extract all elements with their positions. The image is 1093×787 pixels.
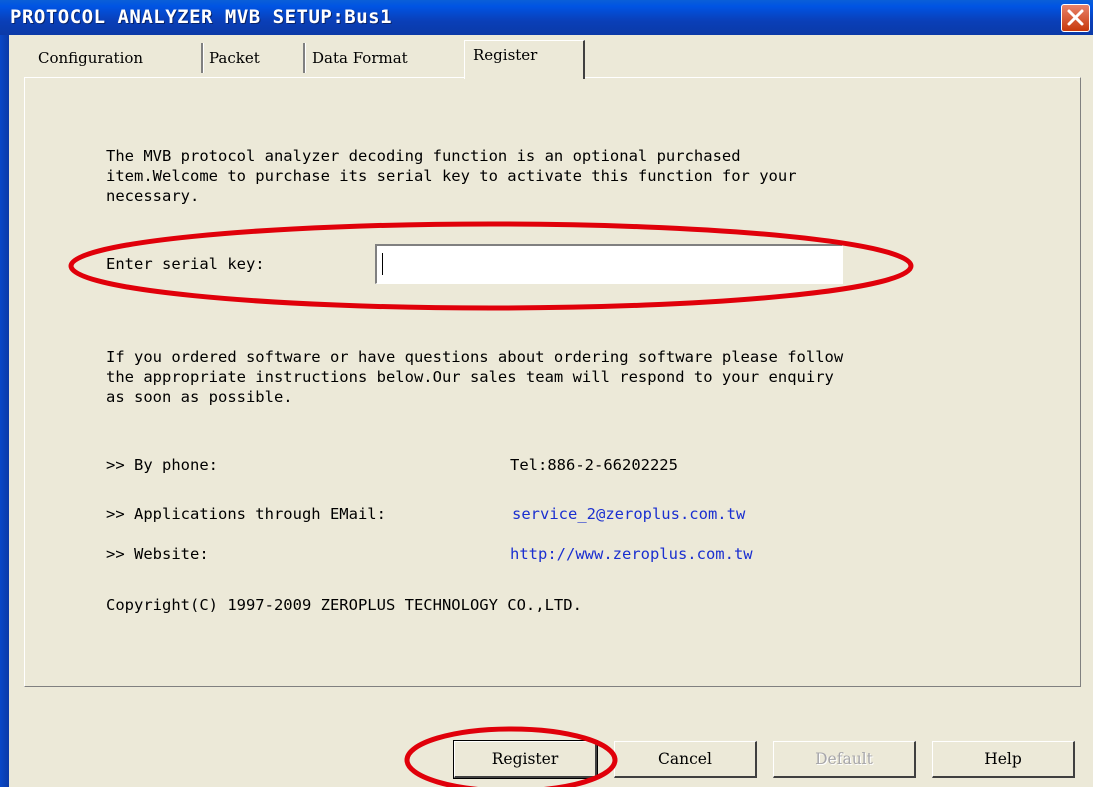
email-link[interactable]: service_2@zeroplus.com.tw [512, 505, 745, 523]
intro-text-line: item.Welcome to purchase its serial key … [106, 167, 797, 185]
serial-key-input[interactable] [375, 244, 843, 284]
info-text-line: If you ordered software or have question… [106, 348, 844, 366]
default-button[interactable]: Default [773, 741, 916, 778]
intro-text-line: necessary. [106, 187, 200, 205]
tab-packet[interactable]: Packet [205, 42, 264, 74]
intro-text-line: The MVB protocol analyzer decoding funct… [106, 147, 741, 165]
website-label: >> Website: [106, 545, 209, 563]
help-button[interactable]: Help [932, 741, 1075, 778]
serial-key-label: Enter serial key: [106, 255, 265, 273]
email-label: >> Applications through EMail: [106, 505, 386, 523]
window-title: PROTOCOL ANALYZER MVB SETUP:Bus1 [10, 6, 393, 28]
info-text-line: as soon as possible. [106, 388, 293, 406]
window-frame [0, 35, 9, 787]
phone-value: Tel:886-2-66202225 [510, 456, 678, 474]
tab-configuration[interactable]: Configuration [34, 42, 147, 74]
phone-label: >> By phone: [106, 456, 218, 474]
tab-divider [303, 43, 306, 73]
website-link[interactable]: http://www.zeroplus.com.tw [510, 545, 753, 563]
title-bar: PROTOCOL ANALYZER MVB SETUP:Bus1 [0, 0, 1093, 35]
copyright-text: Copyright(C) 1997-2009 ZEROPLUS TECHNOLO… [106, 596, 582, 614]
tab-data-format[interactable]: Data Format [308, 42, 412, 74]
close-icon [1067, 9, 1084, 26]
cancel-button[interactable]: Cancel [614, 741, 757, 778]
text-caret [382, 253, 383, 275]
close-button[interactable] [1061, 4, 1090, 32]
tab-register-label: Register [473, 46, 538, 64]
tab-register[interactable]: Register [464, 40, 585, 79]
tab-divider [201, 43, 204, 73]
info-text-line: the appropriate instructions below.Our s… [106, 368, 834, 386]
register-button[interactable]: Register [453, 740, 598, 779]
